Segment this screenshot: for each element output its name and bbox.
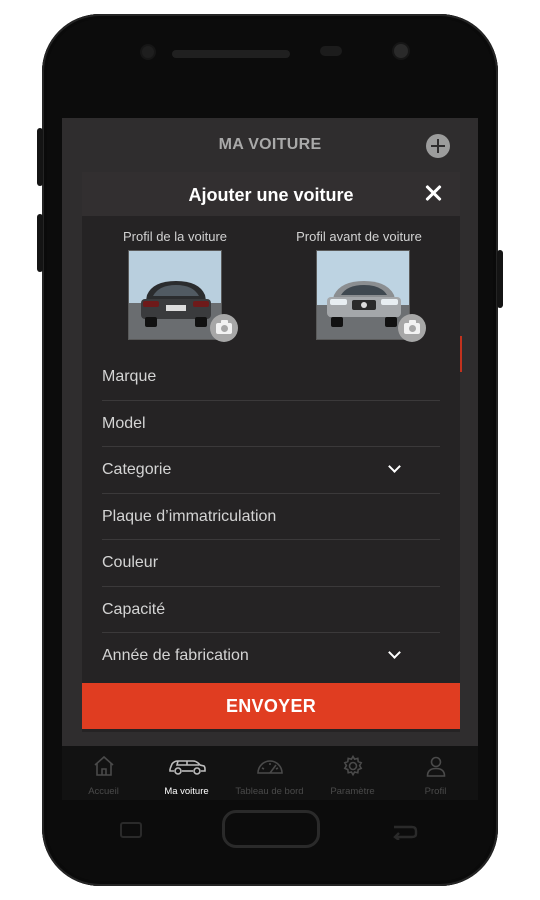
field-label: Marque — [102, 368, 157, 385]
car-front-photo[interactable] — [316, 250, 410, 340]
camera-icon[interactable] — [398, 314, 426, 342]
front-camera-icon — [394, 44, 408, 58]
tab-tableau-de-bord[interactable]: Tableau de bord — [228, 746, 311, 800]
field-label: Plaque d’immatriculation — [102, 507, 277, 525]
bottom-tab-bar: Accueil Ma voiture Tableau de bord Param… — [62, 746, 478, 800]
modal-title: Ajouter une voiture — [188, 185, 354, 205]
user-icon — [394, 754, 477, 778]
bixby-button — [37, 214, 43, 272]
add-car-icon[interactable] — [426, 134, 450, 158]
field-label: Categorie — [102, 461, 172, 478]
front-sensor-icon — [142, 46, 154, 58]
brand-field[interactable]: Marque — [102, 354, 440, 401]
rear-photo-label: Profil de la voiture — [122, 229, 228, 244]
sensor — [320, 46, 342, 56]
chevron-down-icon[interactable] — [388, 460, 401, 473]
tab-profil[interactable]: Profil — [394, 746, 477, 800]
close-icon[interactable] — [422, 182, 444, 204]
page-title: MA VOITURE — [218, 136, 322, 153]
camera-icon[interactable] — [210, 314, 238, 342]
front-photo-label: Profil avant de voiture — [296, 229, 422, 244]
tab-parametre[interactable]: Paramètre — [311, 746, 394, 800]
tab-label: Accueil — [88, 786, 119, 797]
field-label: Année de fabrication — [102, 647, 249, 664]
field-label: Model — [102, 414, 146, 432]
home-icon — [62, 754, 145, 778]
back-button[interactable] — [392, 822, 418, 841]
tab-label: Ma voiture — [164, 786, 209, 797]
car-form: Marque Model Categorie Plaque d’immatric… — [102, 354, 440, 680]
model-field[interactable]: Model — [102, 401, 440, 447]
license-plate-field[interactable]: Plaque d’immatriculation — [102, 494, 440, 540]
field-label: Couleur — [102, 554, 159, 571]
volume-button — [37, 128, 43, 186]
tab-label: Profil — [424, 786, 447, 797]
power-button — [497, 250, 503, 308]
category-select[interactable]: Categorie — [102, 447, 440, 494]
tab-ma-voiture[interactable]: Ma voiture — [145, 746, 228, 800]
tab-label: Tableau de bord — [235, 786, 304, 797]
car-rear-photo[interactable] — [128, 250, 222, 340]
top-bar: MA VOITURE — [62, 118, 478, 172]
submit-button[interactable]: ENVOYER — [82, 683, 460, 729]
app-screen: MA VOITURE Ajouter une voiture Profil de… — [62, 118, 478, 800]
color-field[interactable]: Couleur — [102, 540, 440, 587]
dashboard-icon — [228, 754, 311, 778]
modal-header: Ajouter une voiture — [82, 172, 460, 216]
car-icon — [145, 754, 228, 778]
add-car-modal: Ajouter une voiture Profil de la voiture… — [82, 172, 460, 732]
year-select[interactable]: Année de fabrication — [102, 633, 440, 680]
tab-label: Paramètre — [330, 786, 375, 797]
field-label: Capacité — [102, 600, 166, 618]
tab-accueil[interactable]: Accueil — [62, 746, 145, 800]
recent-apps-button[interactable] — [120, 822, 142, 838]
earpiece-speaker — [172, 50, 290, 58]
gear-icon — [311, 754, 394, 778]
home-button[interactable] — [222, 810, 320, 848]
chevron-down-icon[interactable] — [388, 646, 401, 659]
capacity-field[interactable]: Capacité — [102, 587, 440, 633]
